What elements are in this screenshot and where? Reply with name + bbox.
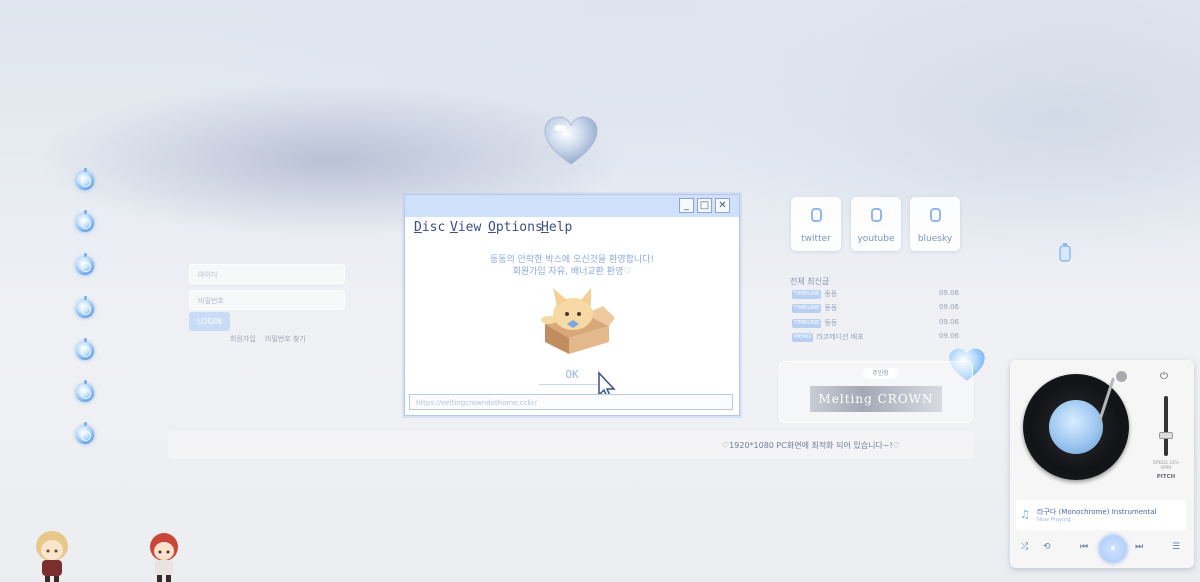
nav-orb-5[interactable] — [76, 338, 94, 360]
find-password-link[interactable]: 비밀번호 찾기 — [265, 334, 306, 344]
nav-orb-6[interactable] — [76, 380, 94, 402]
nav-orb-7[interactable] — [76, 422, 94, 444]
close-button[interactable]: ✕ — [715, 198, 730, 213]
pitch-slider-track[interactable] — [1164, 396, 1168, 456]
nav-orb-4[interactable] — [76, 296, 94, 318]
track-title: 라구다 (Monochrome) Instrumental — [1037, 508, 1157, 516]
list-item[interactable]: TIMELINE 동동 09.06 — [792, 318, 959, 328]
pause-button[interactable]: ⏸ — [1099, 535, 1127, 563]
power-icon[interactable]: ⏻ — [1160, 371, 1168, 382]
url-bar[interactable]: https://eeltingcrowndothome.cckr/ — [409, 394, 733, 410]
nav-orb-2[interactable] — [76, 210, 94, 232]
recent-posts-title: 전체 최신글 — [790, 277, 830, 286]
previous-icon[interactable]: ⏮ — [1080, 542, 1088, 552]
list-item[interactable]: MEMO 라코메디션 배포 09.06 — [792, 332, 959, 342]
repeat-icon[interactable]: ⟲ — [1043, 542, 1051, 552]
window-titlebar[interactable]: _ □ ✕ — [405, 195, 739, 217]
list-item[interactable]: TIMELINE 동동 09.06 — [792, 289, 959, 299]
bottle-icon — [929, 208, 941, 222]
login-button[interactable]: LOGIN — [189, 312, 230, 331]
welcome-text-2: 회원가입 자유, 배너교환 환영♡ — [512, 267, 632, 277]
notice-text: ♡1920*1080 PC화면에 최적화 되어 있습니다~!♡ — [722, 441, 900, 450]
menu-help[interactable]: Help — [541, 220, 572, 235]
album-art — [1049, 400, 1103, 454]
nav-orb-1[interactable] — [76, 168, 94, 190]
cat-in-box-image — [541, 288, 615, 354]
track-status: Now Playing — [1037, 517, 1071, 523]
bottle-icon — [810, 208, 822, 222]
youtube-link[interactable]: youtube — [851, 197, 901, 251]
speed-label: SPEED 33⅓ RPM — [1152, 461, 1180, 471]
chibi-character-redhead — [150, 533, 178, 582]
pitch-slider-thumb[interactable] — [1159, 432, 1173, 439]
banner-image[interactable]: Melting CROWN — [810, 386, 942, 412]
music-note-icon: ♫ — [1020, 508, 1030, 521]
chibi-character-blonde — [36, 531, 68, 582]
pitch-label: PITCH — [1156, 474, 1176, 480]
menu-view[interactable]: View — [450, 220, 481, 235]
shuffle-icon[interactable]: ⤮ — [1021, 542, 1028, 552]
banner-label: 주민장 — [863, 368, 898, 379]
bluesky-link[interactable]: bluesky — [910, 197, 960, 251]
glass-heart-icon — [544, 116, 598, 165]
bottle-icon — [1059, 243, 1071, 262]
ok-button[interactable]: OK — [539, 368, 605, 385]
minimize-button[interactable]: _ — [679, 198, 694, 213]
signup-link[interactable]: 회원가입 — [230, 334, 256, 344]
login-password-input[interactable]: 비밀번호 — [189, 290, 345, 310]
menu-disc[interactable]: Disc — [414, 220, 445, 235]
list-item[interactable]: TIMELINE 동동 09.06 — [792, 303, 959, 313]
nav-orb-3[interactable] — [76, 253, 94, 275]
bottle-icon — [870, 208, 882, 222]
menu-options[interactable]: Options — [488, 220, 543, 235]
twitter-link[interactable]: twitter — [791, 197, 841, 251]
next-icon[interactable]: ⏭ — [1135, 542, 1143, 552]
playlist-icon[interactable]: ☰ — [1172, 542, 1180, 552]
login-id-input[interactable]: 아이디 — [189, 264, 345, 284]
maximize-button[interactable]: □ — [697, 198, 712, 213]
welcome-window: _ □ ✕ Disc View Options Help 동동의 안락한 박스에… — [404, 194, 740, 416]
tonearm-knob — [1116, 371, 1127, 382]
